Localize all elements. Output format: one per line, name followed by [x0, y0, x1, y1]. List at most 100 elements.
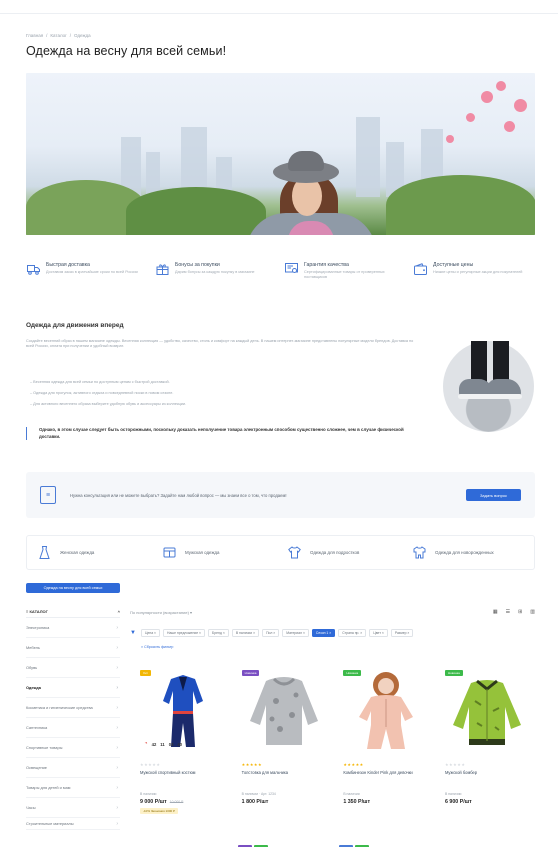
feature-desc: Низкие цены и регулярные акции для покуп…	[433, 270, 523, 274]
product-name[interactable]: Толстовка для мальчика	[242, 770, 328, 776]
reset-filter-link[interactable]: × Сбросить фильтр	[141, 645, 173, 649]
feature-desc: Сертифицированные товары от проверенных …	[304, 270, 385, 279]
bullet-item: Весенняя одежда для всей семьи по доступ…	[30, 377, 410, 388]
clock-icon: ◔	[144, 741, 148, 747]
promo-badge: -10% Экономия 1000 Р	[140, 808, 179, 814]
product-card[interactable]: Новинка ★★★★★ Мужской бомбер В наличии 6…	[441, 666, 534, 826]
breadcrumb-catalog[interactable]: Каталог	[50, 33, 66, 38]
timer-minutes: 03	[168, 741, 174, 747]
filter-chip[interactable]: Материал ×	[282, 629, 309, 637]
product-stock: В наличии · Арт. 1234	[241, 792, 276, 796]
filter-icon[interactable]: ▼	[130, 630, 136, 636]
chevron-right-icon: ›	[116, 764, 118, 771]
product-name[interactable]: Комбинезон Kinder Pink для девочки	[343, 770, 429, 776]
sidebar-item-label: Часы	[26, 805, 36, 810]
feature-title: Быстрая доставка	[46, 262, 90, 268]
product-name[interactable]: Мужской бомбер	[445, 770, 531, 776]
breadcrumb-current: Одежда	[74, 33, 91, 38]
features-row: Быстрая доставка Доставим заказ в кратча…	[26, 262, 535, 280]
product-image[interactable]	[441, 666, 534, 756]
wallet-icon	[413, 262, 427, 276]
sidebar-item-sports[interactable]: Спортивные товары ›	[26, 738, 120, 758]
sort-select[interactable]: По популярности (возрастание) ▾	[130, 610, 192, 615]
product-name[interactable]: Мужской спортивный костюм	[140, 770, 226, 776]
filter-chip[interactable]: Наше предложение ×	[163, 629, 206, 637]
sidebar-item-cosmetics[interactable]: Косметика и гигиенические средства ›	[26, 698, 120, 718]
sidebar-item-lighting[interactable]: Освещение ›	[26, 758, 120, 778]
reset-label: Сбросить фильтр	[144, 645, 174, 649]
gift-icon	[155, 262, 169, 276]
breadcrumb-home[interactable]: Главная	[26, 33, 43, 38]
sidebar-item-label: Спортивные товары	[26, 745, 63, 750]
feature-desc: Дарим бонусы за каждую покупку в магазин…	[175, 270, 255, 274]
sidebar-item-shoes[interactable]: Обувь ›	[26, 658, 120, 678]
product-badge: Хит	[140, 670, 152, 676]
bullet-item: Для активного весеннего образа выберите …	[30, 399, 410, 410]
sidebar-item-label: Обувь	[26, 665, 38, 670]
product-price: 1 350 Р/шт	[343, 799, 370, 805]
chevron-right-icon: ›	[116, 704, 118, 711]
product-card[interactable]: Новинка ★★★★★ Толстовка для мальчика В н…	[238, 666, 331, 826]
product-image[interactable]	[339, 666, 432, 756]
header-bar	[0, 0, 558, 14]
filter-chip[interactable]: Цвет ×	[369, 629, 388, 637]
filter-chip-active[interactable]: Сезон 1 ×	[311, 629, 336, 637]
chevron-right-icon: ›	[116, 744, 118, 751]
filter-chip[interactable]: Бренд ×	[208, 629, 229, 637]
category-label: Мужская одежда	[185, 549, 220, 555]
sidebar-item-electronics[interactable]: Электроника ›	[26, 618, 120, 638]
category-newborn[interactable]: Одежда для новорожденных	[412, 545, 524, 560]
filter-chip[interactable]: Размер ×	[390, 629, 414, 637]
feature-desc: Доставим заказ в кратчайшие сроки по все…	[46, 270, 138, 274]
sidebar-item-label: Одежда	[26, 685, 41, 690]
product-card[interactable]: Хит ◔ 42 11 03 40 ★★★★★ Мужской спортивн…	[136, 666, 229, 826]
timer-days: 42	[151, 741, 157, 747]
sidebar-item-plumbing[interactable]: Сантехника ›	[26, 718, 120, 738]
filter-chip[interactable]: В наличии ×	[231, 629, 260, 637]
sidebar-item-clothes[interactable]: Одежда ›	[26, 678, 120, 698]
grid-large-icon[interactable]: ⊞	[518, 609, 522, 615]
filter-chip[interactable]: Страна пр. ×	[338, 629, 367, 637]
sort-bar: По популярности (возрастание) ▾ ▦ ☰ ⊞ ▥	[130, 609, 535, 615]
baby-clothes-icon	[412, 545, 427, 560]
sidebar-item-watches[interactable]: Часы ›	[26, 798, 120, 818]
tag-filter-button[interactable]: Одежда на весну для всей семьи	[26, 583, 120, 593]
chevron-up-icon: ˄	[117, 608, 120, 614]
rating-stars: ★★★★★	[241, 762, 263, 767]
category-label: Одежда для новорожденных	[435, 549, 494, 555]
filter-chip[interactable]: Пол ×	[262, 629, 280, 637]
sidebar-header[interactable]: ≡ КАТАЛОГ ˄	[26, 605, 120, 618]
breadcrumb-separator: /	[46, 33, 48, 38]
category-women[interactable]: Женская одежда	[37, 545, 149, 560]
page-title: Одежда на весну для всей семьи!	[26, 44, 227, 58]
product-price: 6 900 Р/шт	[445, 799, 472, 805]
sidebar-item-building[interactable]: Строительные материалы ›	[26, 818, 120, 830]
section-bullets: Весенняя одежда для всей семьи по доступ…	[30, 377, 410, 410]
product-grid-next-row	[136, 838, 534, 847]
grid-view-icon[interactable]: ▦	[493, 609, 498, 615]
feature-title: Гарантия качества	[304, 262, 349, 268]
product-image[interactable]	[238, 666, 331, 756]
list-view-icon[interactable]: ☰	[506, 609, 510, 615]
feature-quality: Гарантия качества Сертифицированные това…	[284, 262, 406, 280]
category-teens[interactable]: Одежда для подростков	[287, 545, 399, 560]
feature-title: Доступные цены	[433, 262, 474, 268]
chevron-right-icon: ›	[116, 664, 118, 671]
certificate-icon	[284, 262, 298, 276]
sidebar-item-label: Сантехника	[26, 725, 48, 730]
sidebar-item-furniture[interactable]: Мебель ›	[26, 638, 120, 658]
product-price: 1 800 Р/шт	[242, 799, 269, 805]
product-card[interactable]: Новинка ★★★★★ Комбинезон Kinder Pink для…	[339, 666, 432, 826]
sidebar-item-kids[interactable]: Товары для детей и мам ›	[26, 778, 120, 798]
compact-view-icon[interactable]: ▥	[530, 609, 535, 615]
product-stock: В наличии	[343, 792, 360, 796]
ask-question-button[interactable]: Задать вопрос	[466, 489, 521, 501]
filter-chip[interactable]: Цена ×	[140, 629, 161, 637]
chevron-right-icon: ›	[116, 644, 118, 651]
sidebar-item-label: Освещение	[26, 765, 47, 770]
category-men[interactable]: Мужская одежда	[162, 545, 274, 560]
product-stock: В наличии	[444, 792, 462, 796]
chevron-right-icon: ›	[116, 624, 118, 631]
truck-icon	[26, 262, 40, 276]
category-label: Одежда для подростков	[310, 549, 360, 555]
